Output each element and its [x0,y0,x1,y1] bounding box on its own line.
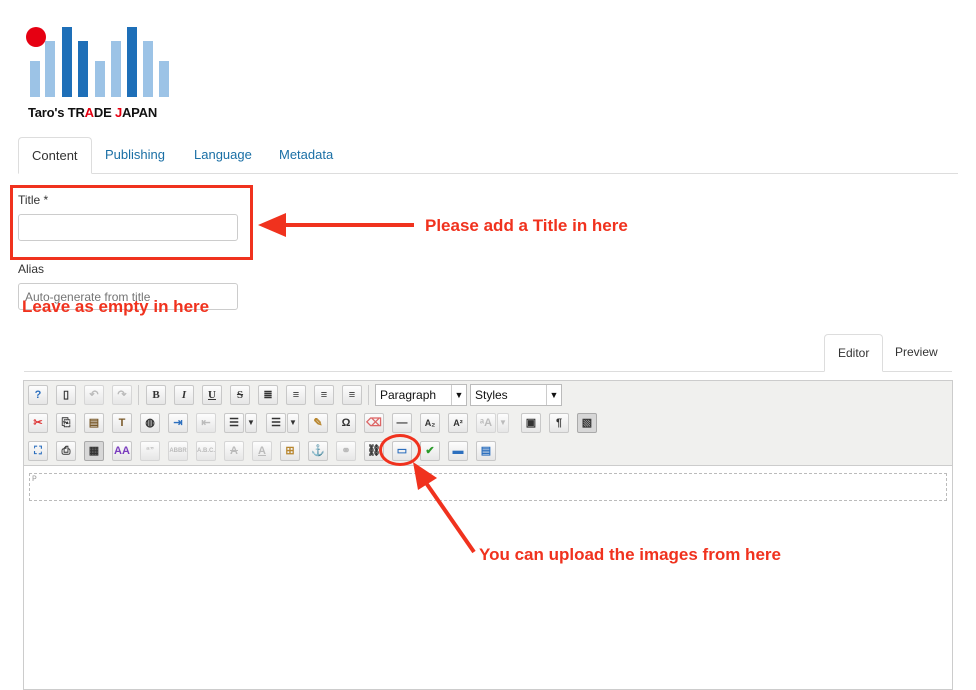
help-icon[interactable]: ? [28,385,48,405]
image-annotation: You can upload the images from here [479,545,781,564]
underline-button[interactable]: U [202,385,222,405]
editor-path-tag: P [32,475,37,484]
unlink-icon[interactable]: ⚭ [336,441,356,461]
cut-icon[interactable]: ✂ [28,413,48,433]
outdent-icon[interactable]: ⇤ [196,413,216,433]
chevron-down-icon: ▼ [451,385,466,405]
delete-text-icon[interactable]: A [224,441,244,461]
pilcrow-button[interactable]: ¶ [549,413,569,433]
editor-tabs: Editor Preview [24,334,952,372]
tab-editor[interactable]: Editor [824,334,884,372]
bullet-list-icon[interactable]: ☰ [266,413,286,433]
logo-bar [159,61,169,97]
logo-bar [78,41,88,97]
anchor-icon[interactable]: ⚓ [308,441,328,461]
strikethrough-button[interactable]: S [230,385,250,405]
site-logo: Taro's TRADE JAPAN [24,24,184,124]
font-size-icon[interactable]: ᵃA [476,413,496,433]
logo-bar [127,27,137,97]
align-center-icon[interactable]: ≡ [286,385,306,405]
undo-icon[interactable]: ↶ [84,385,104,405]
special-char-button[interactable]: Ω [336,413,356,433]
logo-bar [30,61,40,97]
editor-content-area[interactable] [29,473,947,501]
styles-select[interactable]: Styles ▼ [470,384,562,406]
align-left-icon[interactable]: ≡ [314,385,334,405]
chevron-down-icon[interactable]: ▼ [497,413,509,433]
copy-icon[interactable]: ⎘ [56,413,76,433]
content-tabs: Content Publishing Language Metadata [18,137,958,174]
paste-text-icon[interactable]: T [112,413,132,433]
logo-bar [111,41,121,97]
toolbar-separator [138,385,139,405]
logo-text: Taro's TRADE JAPAN [28,105,158,120]
logo-bar [143,41,153,97]
editor-toolbar: ? ▯ ↶ ↷ B I U S ≣ ≡ ≡ ≡ Paragraph ▼ Style… [24,381,952,466]
bold-button[interactable]: B [146,385,166,405]
print-icon[interactable]: ⎙ [56,441,76,461]
horizontal-rule-icon[interactable]: — [392,413,412,433]
alias-annotation: Leave as empty in here [22,297,210,316]
superscript-button[interactable]: A² [448,413,468,433]
align-right-icon[interactable]: ≡ [342,385,362,405]
abbr-button[interactable]: ABBR [168,441,188,461]
fullscreen-icon[interactable]: ⛶ [28,441,48,461]
title-highlight-box [10,185,253,260]
italic-button[interactable]: I [174,385,194,405]
logo-red-dot [26,27,46,47]
tab-preview[interactable]: Preview [882,334,951,370]
acronym-button[interactable]: A.B.C. [196,441,216,461]
chevron-down-icon[interactable]: ▼ [245,413,257,433]
image-arrow [413,462,476,554]
chevron-down-icon[interactable]: ▼ [287,413,299,433]
redo-icon[interactable]: ↷ [112,385,132,405]
tab-metadata[interactable]: Metadata [266,137,346,172]
paste-icon[interactable]: ▤ [84,413,104,433]
eraser-icon[interactable]: ⌫ [364,413,384,433]
align-justify-icon[interactable]: ≣ [258,385,278,405]
tab-publishing[interactable]: Publishing [92,137,178,172]
title-annotation: Please add a Title in here [425,216,628,235]
format-select[interactable]: Paragraph ▼ [375,384,467,406]
alias-label: Alias [18,262,45,276]
numbered-list-icon[interactable]: ☰ [224,413,244,433]
tab-language[interactable]: Language [181,137,265,172]
logo-bar [62,27,72,97]
font-color-button[interactable]: A [252,441,272,461]
indent-icon[interactable]: ⇥ [168,413,188,433]
toolbar-separator [368,385,369,405]
template-icon[interactable]: ▧ [577,413,597,433]
cleanup-brush-icon[interactable]: ✎ [308,413,328,433]
title-arrow [258,213,414,237]
new-document-icon[interactable]: ▯ [56,385,76,405]
style-props-icon[interactable]: AA [112,441,132,461]
find-icon[interactable]: ◍ [140,413,160,433]
chevron-down-icon: ▼ [546,385,561,405]
tab-content[interactable]: Content [18,137,92,174]
quote-button[interactable]: “” [140,441,160,461]
layer-icon[interactable]: ⊞ [280,441,300,461]
logo-bar [45,41,55,97]
visual-aid-icon[interactable]: ▣ [521,413,541,433]
logo-bar [95,61,105,97]
blocks-icon[interactable]: ▦ [84,441,104,461]
subscript-button[interactable]: A₂ [420,413,440,433]
